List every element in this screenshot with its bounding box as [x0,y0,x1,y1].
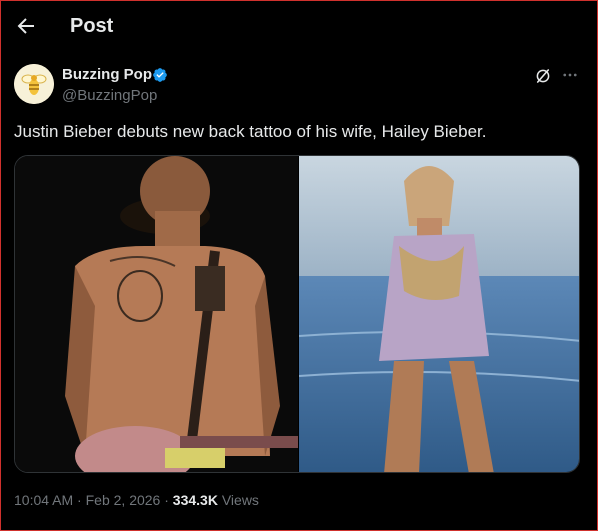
avatar[interactable] [14,64,54,104]
post-text: Justin Bieber debuts new back tattoo of … [14,122,487,141]
arrow-left-icon[interactable] [14,14,38,38]
post-meta: 10:04 AM · Feb 2, 2026 · 334.3K Views [14,492,259,508]
view-count: 334.3K [172,492,218,508]
media-image-2[interactable] [299,156,580,473]
views-label: Views [221,492,259,508]
verified-badge-icon [153,68,167,82]
author-handle[interactable]: @BuzzingPop [62,87,157,104]
post-date: Feb 2, 2026 [85,492,161,508]
more-icon[interactable] [561,66,579,84]
post-time: 10:04 AM [14,492,74,508]
author-name[interactable]: Buzzing Pop [62,66,152,83]
post-media[interactable] [14,155,580,473]
bee-logo-icon [14,64,54,104]
grok-icon[interactable] [534,67,552,85]
media-image-1[interactable] [15,156,298,473]
top-bar: Post [0,0,598,52]
page-title: Post [70,15,114,37]
